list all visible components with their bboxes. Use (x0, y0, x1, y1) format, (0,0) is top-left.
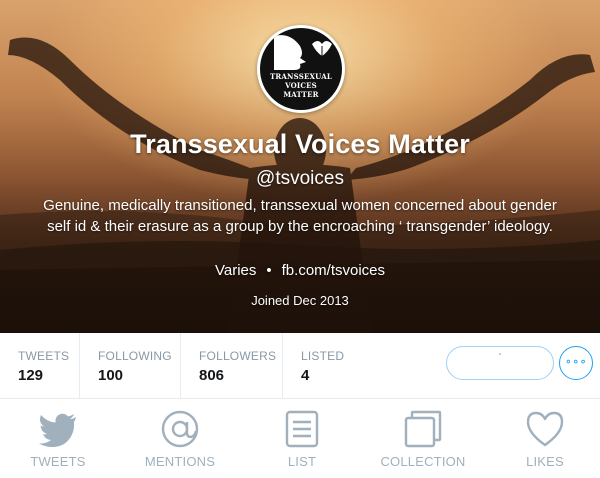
profile-joined-date: Joined Dec 2013 (251, 293, 349, 308)
heart-icon (526, 411, 564, 447)
tab-label: COLLECTION (380, 454, 466, 469)
collection-icon (404, 410, 442, 448)
avatar-caption: TRANSSEXUAL VOICES MATTER (260, 72, 342, 99)
tab-label: LIST (287, 454, 317, 469)
profile-location: Varies (214, 262, 257, 279)
stat-tweets[interactable]: TWEETS 129 (0, 333, 79, 399)
profile-tab-bar: TWEETS MENTIONS LIST COLLECTION LIKES (0, 400, 600, 478)
tab-list[interactable]: LIST (262, 400, 342, 478)
stat-value: 4 (301, 367, 310, 384)
stat-label: TWEETS (18, 349, 70, 363)
meta-separator: • (266, 262, 272, 279)
tab-label: LIKES (526, 454, 564, 469)
profile-handle: @tsvoices (256, 168, 344, 189)
list-icon (285, 410, 319, 448)
stat-label: LISTED (301, 349, 345, 363)
avatar-logo: TRANSSEXUAL VOICES MATTER (260, 28, 342, 110)
follow-button-indicator (499, 353, 501, 355)
stat-value: 100 (98, 367, 124, 384)
more-options-button[interactable]: ∘∘∘ (559, 346, 593, 380)
more-icon: ∘∘∘ (564, 356, 588, 368)
stat-value: 129 (18, 367, 44, 384)
follow-button[interactable] (446, 346, 554, 380)
stat-followers[interactable]: FOLLOWERS 806 (180, 333, 282, 399)
profile-meta: Varies • fb.com/tsvoices (0, 262, 600, 279)
tab-collection[interactable]: COLLECTION (375, 400, 471, 478)
avatar-caption-line: MATTER (283, 90, 319, 99)
tab-tweets[interactable]: TWEETS (18, 400, 98, 478)
profile-name: Transsexual Voices Matter (130, 129, 470, 159)
tab-label: MENTIONS (144, 454, 216, 469)
bird-icon (39, 413, 76, 448)
stat-label: FOLLOWING (98, 349, 172, 363)
profile-avatar[interactable]: TRANSSEXUAL VOICES MATTER (257, 25, 345, 113)
profile-bio: Genuine, medically transitioned, transse… (43, 197, 557, 235)
at-icon (161, 410, 199, 448)
avatar-caption-line: TRANSSEXUAL (269, 72, 333, 81)
stat-listed[interactable]: LISTED 4 (282, 333, 372, 399)
avatar-caption-line: VOICES (285, 81, 317, 90)
tab-likes[interactable]: LIKES (505, 400, 585, 478)
profile-website-link[interactable]: fb.com/tsvoices (282, 262, 385, 279)
stat-value: 806 (199, 367, 225, 384)
tab-mentions[interactable]: MENTIONS (138, 400, 222, 478)
tab-label: TWEETS (30, 454, 86, 469)
stat-following[interactable]: FOLLOWING 100 (79, 333, 180, 399)
stat-label: FOLLOWERS (199, 349, 277, 363)
